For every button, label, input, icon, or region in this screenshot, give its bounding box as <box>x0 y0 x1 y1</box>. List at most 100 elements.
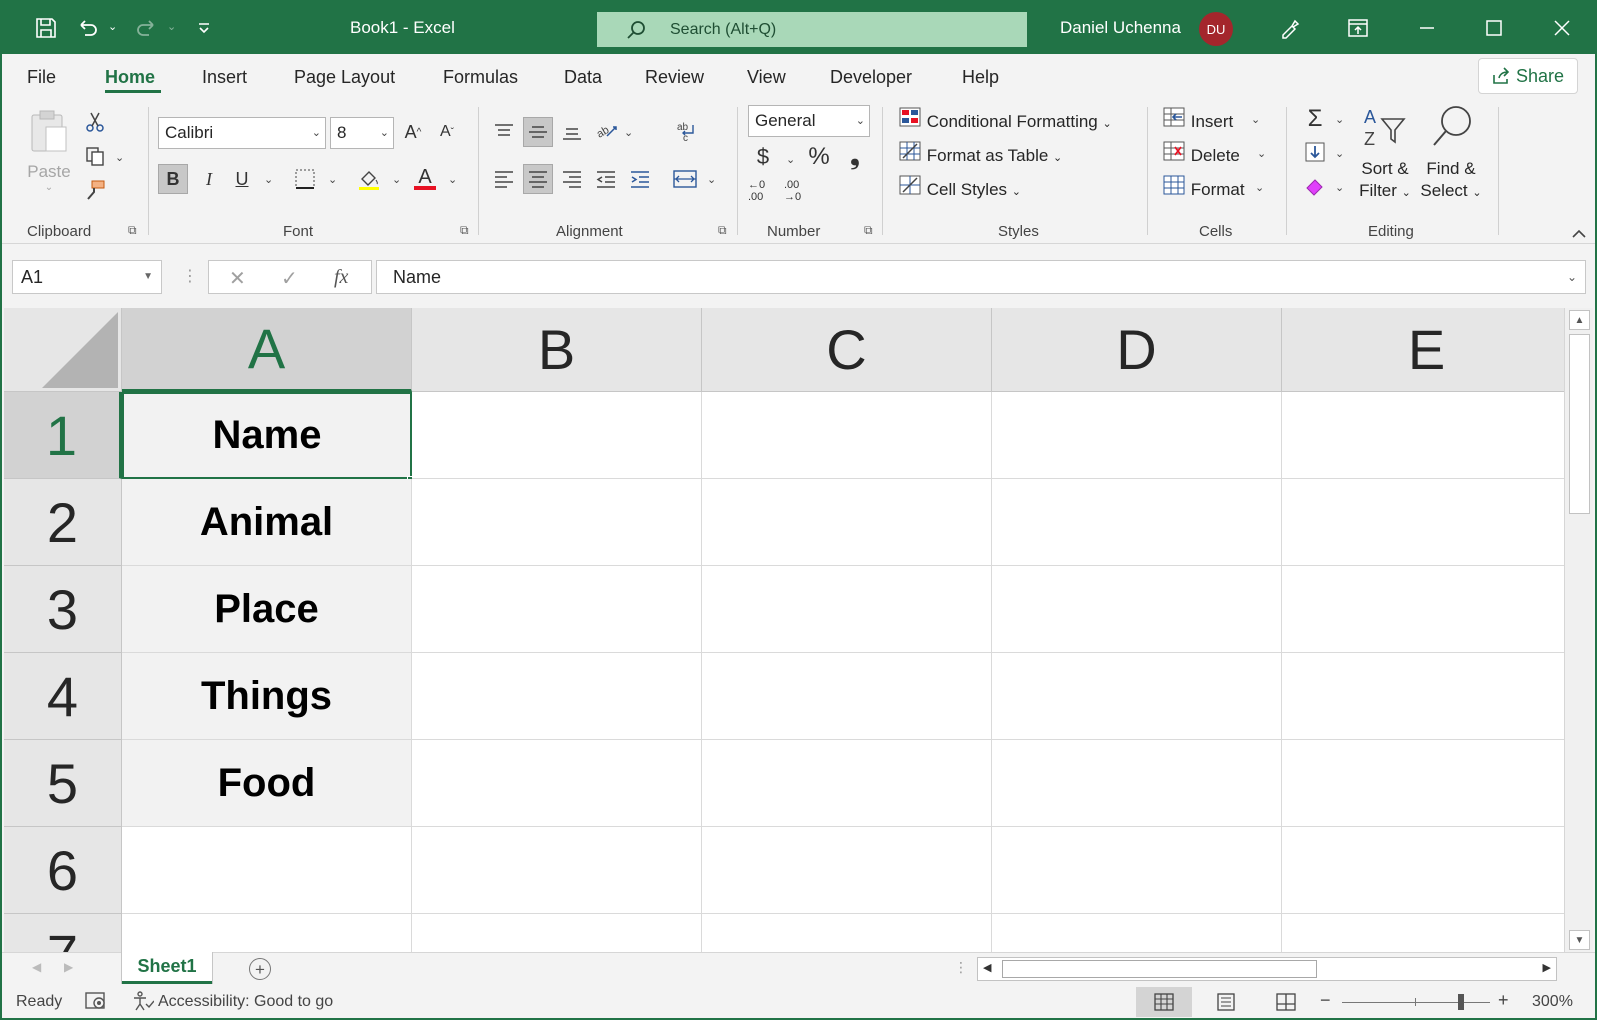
cell-e5[interactable] <box>1282 740 1564 827</box>
zoom-level[interactable]: 300% <box>1532 993 1573 1011</box>
underline-dropdown-icon[interactable]: ⌄ <box>264 173 273 186</box>
cell-b1[interactable] <box>412 392 702 479</box>
cancel-icon[interactable]: ✕ <box>229 266 246 291</box>
underline-button[interactable]: U <box>227 164 257 194</box>
font-launcher-icon[interactable]: ⧉ <box>460 223 469 238</box>
paste-button[interactable]: Paste ⌄ <box>26 109 72 201</box>
cell-c3[interactable] <box>702 566 992 653</box>
font-color-dropdown-icon[interactable]: ⌄ <box>448 173 457 186</box>
scroll-left-icon[interactable]: ◀ <box>983 961 991 974</box>
ribbon-display-icon[interactable] <box>1338 10 1378 46</box>
vertical-scrollbar[interactable]: ▲ ▼ <box>1564 308 1593 952</box>
accessibility-icon[interactable] <box>132 990 155 1017</box>
format-painter-icon[interactable] <box>80 175 110 205</box>
cell-b3[interactable] <box>412 566 702 653</box>
tab-file[interactable]: File <box>27 67 56 88</box>
scroll-right-icon[interactable]: ▶ <box>1543 961 1551 974</box>
cell-c6[interactable] <box>702 827 992 914</box>
formula-bar-splitter[interactable]: ⋮ <box>182 266 198 286</box>
clear-dropdown-icon[interactable]: ⌄ <box>1335 181 1344 194</box>
increase-decimal-button[interactable]: ←0 .00 <box>748 176 782 206</box>
cell-e4[interactable] <box>1282 653 1564 740</box>
number-launcher-icon[interactable]: ⧉ <box>864 223 873 238</box>
cell-e6[interactable] <box>1282 827 1564 914</box>
undo-icon[interactable] <box>72 12 104 44</box>
column-header-a[interactable]: A <box>122 308 412 392</box>
zoom-slider-thumb[interactable] <box>1458 994 1464 1010</box>
horizontal-scroll-thumb[interactable] <box>1002 960 1317 978</box>
row-header-5[interactable]: 5 <box>4 740 122 827</box>
currency-button[interactable]: $ <box>748 142 778 172</box>
cell-d1[interactable] <box>992 392 1282 479</box>
minimize-icon[interactable] <box>1407 10 1447 46</box>
macro-recording-icon[interactable] <box>84 990 108 1017</box>
orientation-icon[interactable]: ab <box>592 115 622 145</box>
cell-b2[interactable] <box>412 479 702 566</box>
bottom-align-icon[interactable] <box>557 117 587 147</box>
add-sheet-icon[interactable]: + <box>249 958 271 980</box>
italic-button[interactable]: I <box>194 164 224 194</box>
page-layout-view-icon[interactable] <box>1198 987 1254 1017</box>
redo-icon[interactable] <box>130 12 162 44</box>
middle-align-icon[interactable] <box>523 117 553 147</box>
scroll-up-icon[interactable]: ▲ <box>1569 310 1590 330</box>
tab-developer[interactable]: Developer <box>830 67 912 88</box>
row-header-1[interactable]: 1 <box>4 392 122 479</box>
column-header-b[interactable]: B <box>412 308 702 392</box>
cell-b7[interactable] <box>412 914 702 952</box>
clear-icon[interactable] <box>1300 171 1330 201</box>
undo-dropdown-icon[interactable]: ⌄ <box>108 20 117 33</box>
number-format-select[interactable]: General ⌄ <box>748 105 870 137</box>
cell-b5[interactable] <box>412 740 702 827</box>
copy-icon[interactable] <box>80 141 110 171</box>
horizontal-scrollbar[interactable]: ◀ ▶ <box>977 957 1557 981</box>
column-header-d[interactable]: D <box>992 308 1282 392</box>
sheet-tab[interactable]: Sheet1 <box>122 952 212 984</box>
decrease-indent-icon[interactable] <box>591 164 621 194</box>
borders-icon[interactable] <box>290 164 320 194</box>
bold-button[interactable]: B <box>158 164 188 194</box>
row-header-3[interactable]: 3 <box>4 566 122 653</box>
clipboard-launcher-icon[interactable]: ⧉ <box>128 223 137 238</box>
decrease-decimal-button[interactable]: .00 →0 <box>784 176 818 206</box>
row-header-2[interactable]: 2 <box>4 479 122 566</box>
increase-font-size-icon[interactable]: A ^ <box>398 117 428 147</box>
orientation-dropdown-icon[interactable]: ⌄ <box>624 126 633 139</box>
increase-indent-icon[interactable] <box>625 164 655 194</box>
fill-color-icon[interactable] <box>354 164 384 194</box>
expand-formula-bar-icon[interactable]: ⌄ <box>1567 270 1577 284</box>
font-size-select[interactable]: 8 ⌄ <box>330 117 394 149</box>
wrap-text-icon[interactable]: ab c <box>672 117 702 147</box>
insert-cells-button[interactable]: Insert <box>1162 107 1233 132</box>
tab-page-layout[interactable]: Page Layout <box>294 67 395 88</box>
copy-dropdown-icon[interactable]: ⌄ <box>115 151 124 164</box>
column-header-e[interactable]: E <box>1282 308 1564 392</box>
borders-dropdown-icon[interactable]: ⌄ <box>328 173 337 186</box>
redo-dropdown-icon[interactable]: ⌄ <box>167 20 176 33</box>
column-header-c[interactable]: C <box>702 308 992 392</box>
align-center-icon[interactable] <box>523 164 553 194</box>
cell-styles-button[interactable]: Cell Styles ⌄ <box>898 175 1021 200</box>
previous-sheet-icon[interactable]: ◀ <box>32 960 41 974</box>
fill-dropdown-icon[interactable]: ⌄ <box>1335 147 1344 160</box>
row-header-7[interactable]: 7 <box>4 914 122 952</box>
save-icon[interactable] <box>30 12 62 44</box>
cell-c2[interactable] <box>702 479 992 566</box>
alignment-launcher-icon[interactable]: ⧉ <box>718 223 727 238</box>
fill-icon[interactable] <box>1300 137 1330 167</box>
format-dropdown-icon[interactable]: ⌄ <box>1255 181 1264 194</box>
cell-a5[interactable]: Food <box>122 740 412 827</box>
fill-color-dropdown-icon[interactable]: ⌄ <box>392 173 401 186</box>
autosum-icon[interactable]: Σ <box>1300 104 1330 134</box>
customize-qat-icon[interactable] <box>188 12 220 44</box>
normal-view-icon[interactable] <box>1136 987 1192 1017</box>
row-header-4[interactable]: 4 <box>4 653 122 740</box>
font-color-icon[interactable]: A <box>410 164 440 194</box>
conditional-formatting-button[interactable]: Conditional Formatting ⌄ <box>898 107 1112 132</box>
cell-a7[interactable] <box>122 914 412 952</box>
name-box[interactable]: A1 ▼ <box>12 260 162 294</box>
cell-a2[interactable]: Animal <box>122 479 412 566</box>
tab-splitter[interactable]: ⋮ <box>954 959 968 976</box>
search-box[interactable]: Search (Alt+Q) <box>597 12 1027 47</box>
cell-a3[interactable]: Place <box>122 566 412 653</box>
